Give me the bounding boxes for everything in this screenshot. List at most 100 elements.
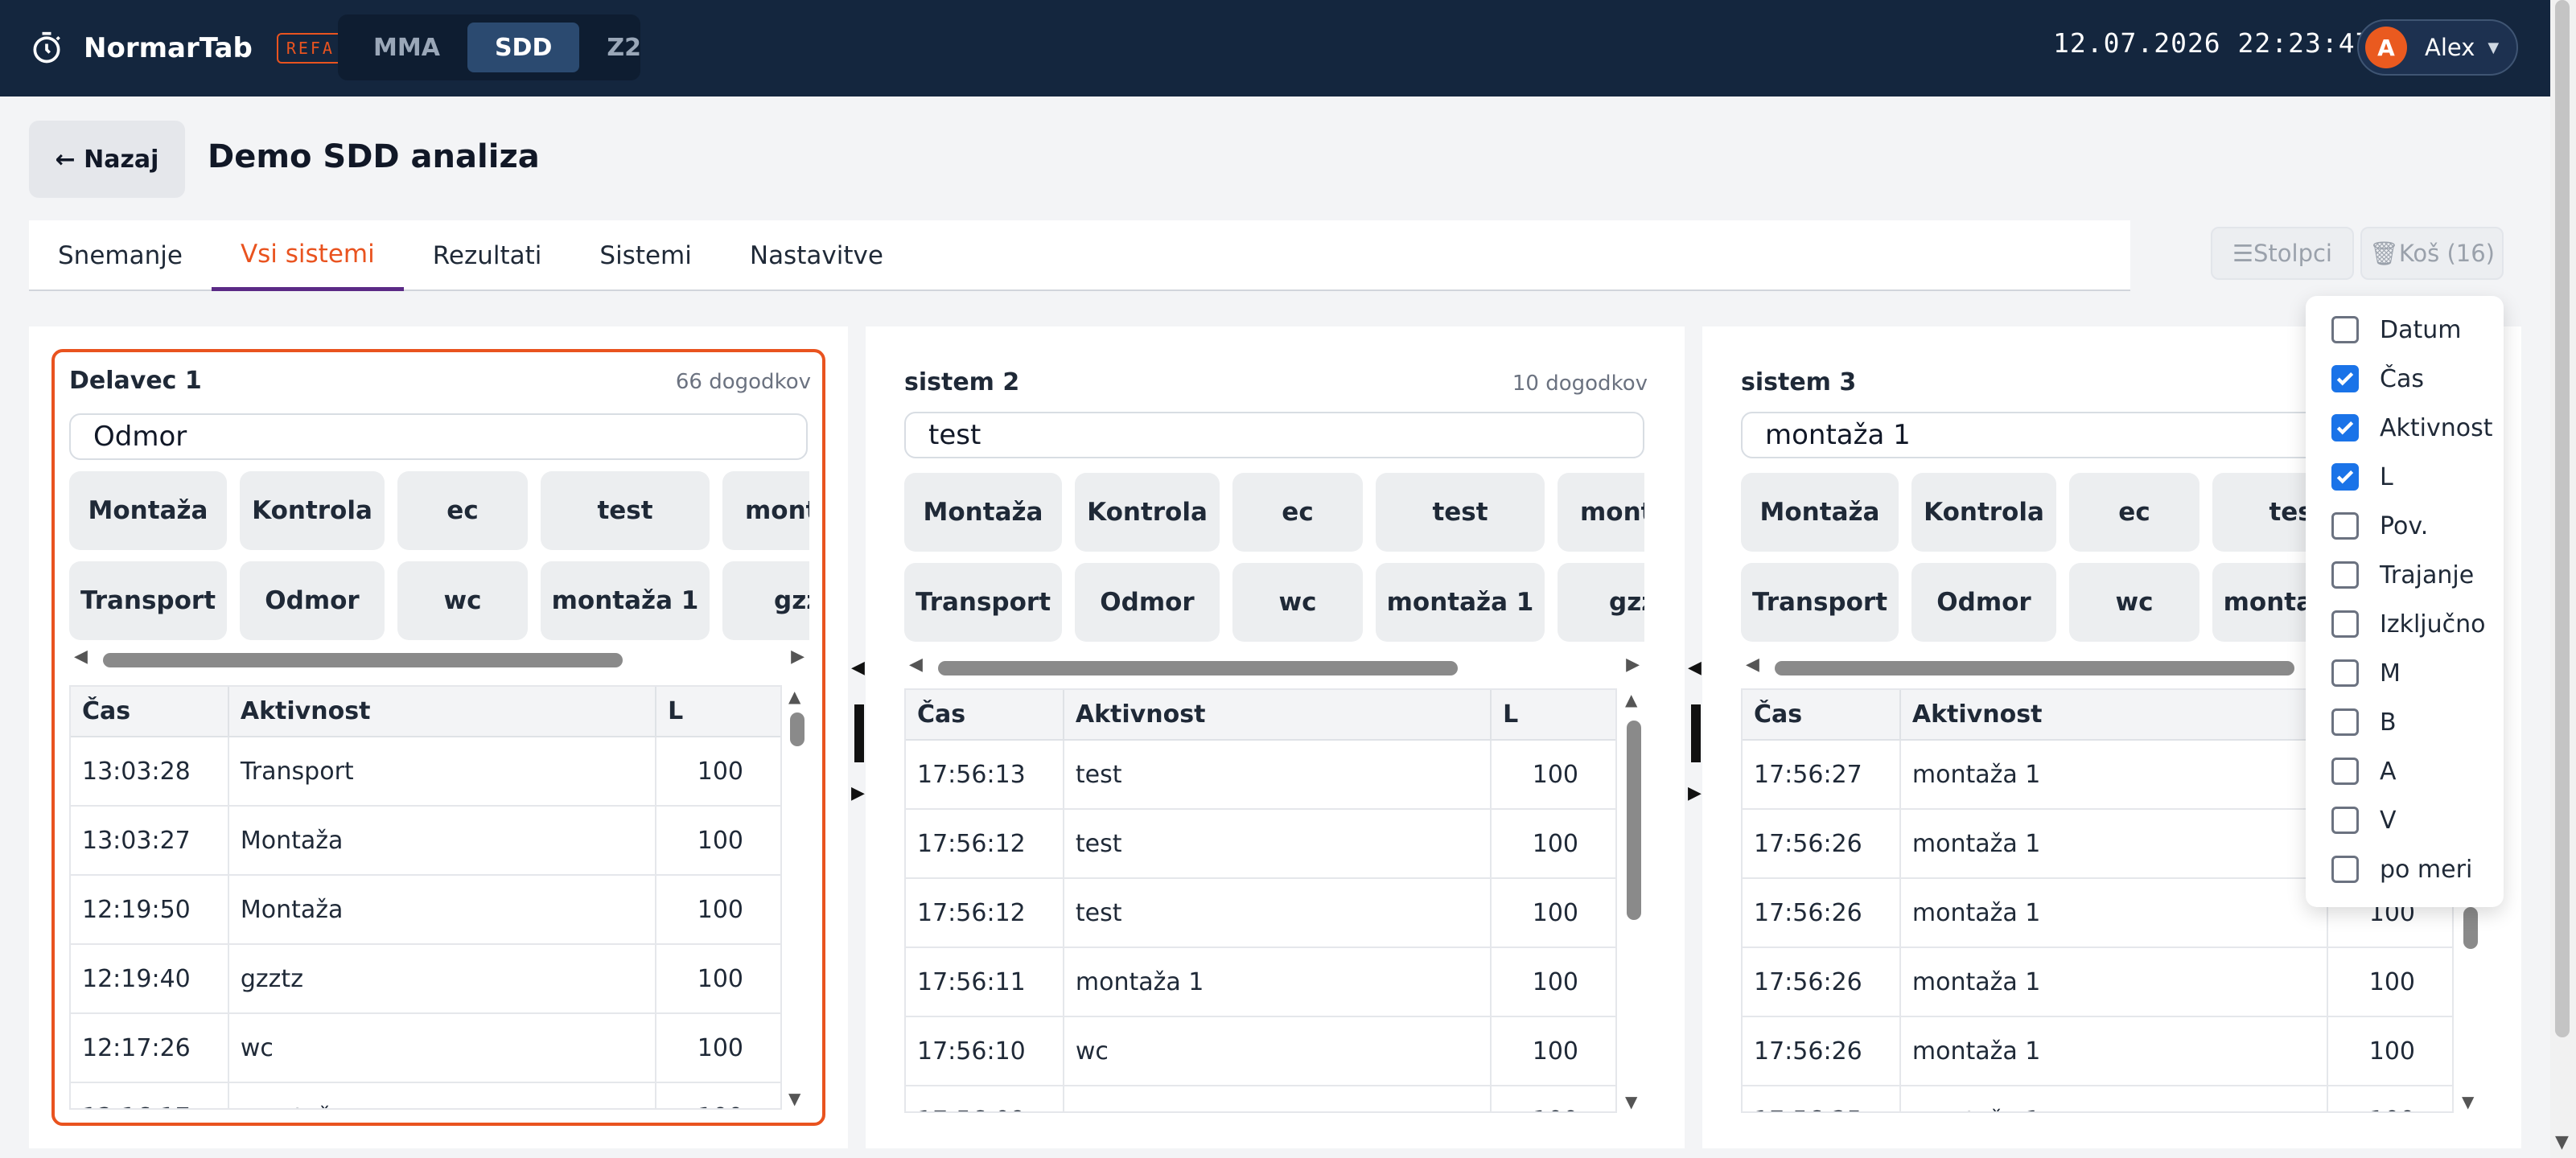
table-row[interactable]: 17:56:12 test 100	[906, 878, 1615, 948]
chips-scrollbar-thumb[interactable]	[938, 661, 1458, 676]
checkbox[interactable]	[2331, 610, 2359, 638]
checkbox[interactable]	[2331, 365, 2359, 392]
mode-z2[interactable]: Z2	[579, 23, 669, 72]
tab-vsi-sistemi[interactable]: Vsi sistemi	[211, 220, 404, 291]
tab-snemanje[interactable]: Snemanje	[29, 220, 212, 291]
chip-gzztz[interactable]: gzztz	[1558, 563, 1644, 642]
chips-scrollbar-thumb[interactable]	[103, 653, 623, 667]
expand-right-icon[interactable]: ▶	[851, 783, 865, 803]
mode-sdd[interactable]: SDD	[467, 23, 580, 72]
chip-odmor[interactable]: Odmor	[240, 561, 385, 640]
activity-input[interactable]: Odmor	[69, 413, 808, 460]
scroll-down-icon[interactable]: ▼	[2555, 1132, 2569, 1152]
column-header-activity[interactable]: Aktivnost	[1063, 690, 1492, 741]
columns-button[interactable]: ☰Stolpci	[2211, 227, 2354, 280]
table-scrollbar-thumb[interactable]	[2463, 907, 2478, 949]
column-option-izkljucno[interactable]: Izključno	[2331, 606, 2486, 642]
checkbox[interactable]	[2331, 463, 2359, 491]
chip-wc[interactable]: wc	[1232, 563, 1363, 642]
scroll-down-icon[interactable]: ▼	[788, 1089, 800, 1108]
page-scrollbar-thumb[interactable]	[2555, 0, 2570, 1037]
chip-odmor[interactable]: Odmor	[1911, 563, 2056, 642]
column-option-cas[interactable]: Čas	[2331, 361, 2424, 396]
table-row[interactable]: 17:56:11 montaža 1 100	[906, 947, 1615, 1017]
chip-montaza[interactable]: Montaža	[69, 471, 227, 550]
chip-ec[interactable]: ec	[1232, 473, 1363, 552]
chip-ec[interactable]: ec	[2069, 473, 2199, 552]
trash-button[interactable]: 🗑Koš (16)	[2360, 227, 2504, 280]
table-row[interactable]: 17:56:25montaža 1100	[1743, 1086, 2452, 1111]
checkbox[interactable]	[2331, 856, 2359, 883]
chip-montaza-1[interactable]: montaža 1	[541, 561, 710, 640]
table-row[interactable]: 17:56:26montaža 1100	[1743, 1016, 2452, 1086]
table-row[interactable]: 17:56:09wc100	[906, 1086, 1615, 1111]
column-header-activity[interactable]: Aktivnost	[1899, 690, 2329, 741]
resizer-handle[interactable]	[854, 704, 864, 762]
checkbox[interactable]	[2331, 708, 2359, 736]
chip-test[interactable]: test	[541, 471, 710, 550]
scroll-down-icon[interactable]: ▼	[2462, 1092, 2474, 1111]
column-header-time[interactable]: Čas	[1743, 690, 1901, 741]
tab-sistemi[interactable]: Sistemi	[570, 220, 720, 291]
column-header-l[interactable]: L	[656, 687, 780, 737]
chips-scrollbar[interactable]: ◀ ▶	[69, 647, 809, 671]
checkbox[interactable]	[2331, 414, 2359, 441]
column-option-b[interactable]: B	[2331, 704, 2397, 740]
checkbox[interactable]	[2331, 512, 2359, 540]
table-row[interactable]: 13:03:28 Transport 100	[71, 737, 780, 807]
checkbox[interactable]	[2331, 807, 2359, 834]
scroll-down-icon[interactable]: ▼	[1625, 1092, 1637, 1111]
chip-gzztz[interactable]: gzztz	[722, 561, 809, 640]
column-option-pov[interactable]: Pov.	[2331, 508, 2428, 544]
chip-wc[interactable]: wc	[2069, 563, 2199, 642]
tab-nastavitve[interactable]: Nastavitve	[721, 220, 912, 291]
table-row[interactable]: 12:19:50 Montaža 100	[71, 875, 780, 945]
chip-wc[interactable]: wc	[397, 561, 528, 640]
scroll-left-icon[interactable]: ◀	[909, 655, 923, 675]
activity-input[interactable]: test	[904, 412, 1644, 458]
scroll-right-icon[interactable]: ▶	[1626, 655, 1640, 675]
tab-rezultati[interactable]: Rezultati	[404, 220, 571, 291]
table-row[interactable]: 12:16:17montaža100	[71, 1082, 780, 1108]
chip-kontrola[interactable]: Kontrola	[1911, 473, 2056, 552]
checkbox[interactable]	[2331, 659, 2359, 687]
table-row[interactable]: 17:56:26montaža 1100	[1743, 947, 2452, 1017]
scroll-up-icon[interactable]: ▲	[788, 687, 800, 706]
checkbox[interactable]	[2331, 758, 2359, 785]
column-header-l[interactable]: L	[1491, 690, 1615, 741]
column-option-po-meri[interactable]: po meri	[2331, 852, 2472, 887]
scroll-up-icon[interactable]: ▲	[1625, 690, 1637, 709]
table-scrollbar[interactable]: ▲ ▼	[785, 685, 809, 1110]
chip-montaza[interactable]: Montaža	[1741, 473, 1899, 552]
chip-montaza[interactable]: Montaža	[904, 473, 1062, 552]
column-option-a[interactable]: A	[2331, 754, 2397, 789]
chip-kontrola[interactable]: Kontrola	[240, 471, 385, 550]
column-option-aktivnost[interactable]: Aktivnost	[2331, 410, 2493, 446]
chip-ec[interactable]: ec	[397, 471, 528, 550]
table-row[interactable]: 17:56:12 test 100	[906, 809, 1615, 879]
scroll-right-icon[interactable]: ▶	[791, 647, 804, 667]
collapse-left-icon[interactable]: ◀	[1688, 658, 1702, 678]
column-header-time[interactable]: Čas	[906, 690, 1064, 741]
chip-montaza-lower[interactable]: montaža	[1558, 473, 1644, 552]
scroll-left-icon[interactable]: ◀	[74, 647, 88, 667]
back-button[interactable]: ← Nazaj	[29, 121, 185, 198]
chip-montaza-1[interactable]: montaža 1	[1376, 563, 1545, 642]
expand-right-icon[interactable]: ▶	[1688, 783, 1702, 803]
column-option-datum[interactable]: Datum	[2331, 312, 2461, 347]
table-row[interactable]: 17:56:10 wc 100	[906, 1016, 1615, 1086]
chip-kontrola[interactable]: Kontrola	[1075, 473, 1220, 552]
checkbox[interactable]	[2331, 561, 2359, 589]
user-menu[interactable]: A Alex ▼	[2357, 19, 2518, 76]
column-option-trajanje[interactable]: Trajanje	[2331, 557, 2474, 593]
column-header-activity[interactable]: Aktivnost	[228, 687, 657, 737]
table-row[interactable]: 17:56:13 test 100	[906, 740, 1615, 810]
column-header-time[interactable]: Čas	[71, 687, 229, 737]
resizer-handle[interactable]	[1691, 704, 1701, 762]
table-scrollbar-thumb[interactable]	[790, 712, 804, 746]
column-option-l[interactable]: L	[2331, 459, 2393, 495]
collapse-left-icon[interactable]: ◀	[851, 658, 865, 678]
table-row[interactable]: 13:03:27 Montaža 100	[71, 806, 780, 876]
chip-transport[interactable]: Transport	[1741, 563, 1899, 642]
chip-odmor[interactable]: Odmor	[1075, 563, 1220, 642]
